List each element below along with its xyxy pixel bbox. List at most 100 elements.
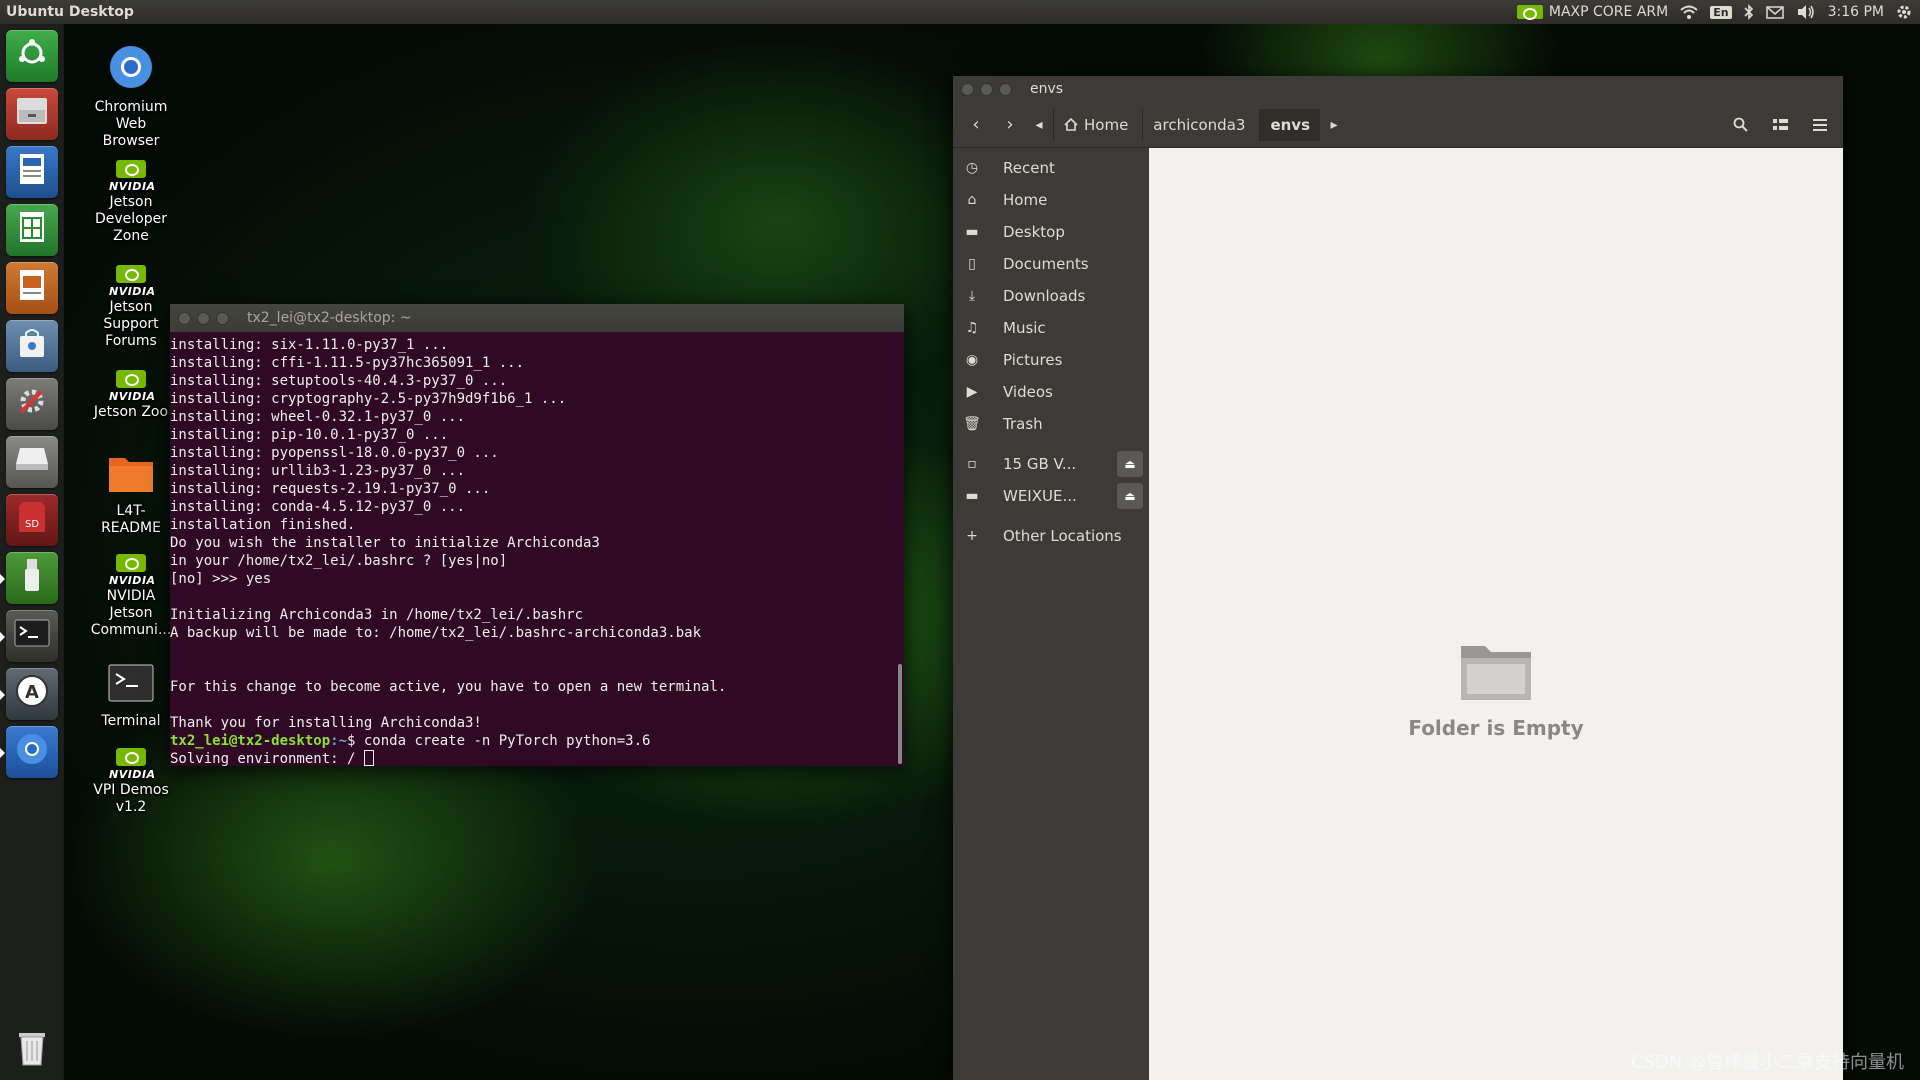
- sidebar-item-trash[interactable]: 🗑︎ Trash: [953, 408, 1149, 440]
- power-mode-indicator[interactable]: MAXP CORE ARM: [1516, 4, 1668, 20]
- clock-label[interactable]: 3:16 PM: [1828, 4, 1884, 20]
- updater-icon: A: [14, 673, 50, 716]
- breadcrumb-left-icon[interactable]: ◂: [1029, 110, 1049, 140]
- terminal-window[interactable]: tx2_lei@tx2-desktop: ~ installing: six-1…: [170, 304, 904, 766]
- mail-icon[interactable]: [1765, 5, 1784, 19]
- desktop-icon-terminal[interactable]: Terminal: [88, 664, 174, 730]
- sidebar-device-15gb[interactable]: ▫ 15 GB V... ⏏: [953, 448, 1149, 480]
- launcher-running-pip: [0, 574, 5, 584]
- terminal-line: installation finished.: [170, 517, 356, 533]
- launcher-sd-card[interactable]: SD: [6, 494, 58, 546]
- sidebar-item-other-locations[interactable]: + Other Locations: [953, 520, 1149, 552]
- desktop-folder-icon: ▬: [965, 224, 979, 240]
- terminal-icon: [88, 664, 174, 709]
- launcher-terminal[interactable]: [0, 610, 58, 662]
- sidebar-item-label: Home: [1003, 191, 1048, 209]
- desktop-icon-jetson-community[interactable]: NVIDIA NVIDIA Jetson Communi...: [88, 554, 174, 639]
- breadcrumb-home-label: Home: [1084, 115, 1129, 134]
- desktop-icon-chromium[interactable]: Chromium Web Browser: [88, 44, 174, 150]
- eject-icon[interactable]: ⏏: [1117, 483, 1143, 509]
- svg-text:SD: SD: [25, 519, 39, 530]
- keyboard-language-indicator[interactable]: En: [1710, 5, 1732, 19]
- breadcrumb-right-icon[interactable]: ▸: [1324, 110, 1344, 140]
- breadcrumb-archiconda3[interactable]: archiconda3: [1142, 108, 1255, 141]
- search-icon[interactable]: [1725, 110, 1755, 140]
- launcher-drive[interactable]: [6, 436, 58, 488]
- launcher-system-settings[interactable]: [6, 378, 58, 430]
- forward-arrow-icon[interactable]: ›: [995, 110, 1025, 140]
- terminal-line: Thank you for installing Archiconda3!: [170, 715, 482, 731]
- launcher-trash[interactable]: [6, 1024, 58, 1076]
- breadcrumb-envs[interactable]: envs: [1259, 108, 1320, 141]
- launcher-usb[interactable]: [0, 552, 58, 604]
- writer-icon: [18, 152, 46, 193]
- launcher-files[interactable]: [6, 88, 58, 140]
- menu-hamburger-icon[interactable]: [1805, 110, 1835, 140]
- desktop-icon-label: Terminal: [101, 713, 161, 729]
- shopping-bag-icon: [17, 327, 47, 366]
- close-icon[interactable]: [961, 82, 974, 96]
- prompt-user: tx2_lei@tx2-desktop: [170, 733, 331, 749]
- sidebar-item-pictures[interactable]: ◉ Pictures: [953, 344, 1149, 376]
- file-manager-window[interactable]: envs ‹ › ◂ Home archiconda3 envs ▸ ◷ Rece…: [953, 76, 1843, 1080]
- desktop-icon-label: Jetson Support Forums: [103, 299, 159, 349]
- session-gear-icon[interactable]: [1896, 4, 1912, 20]
- wifi-icon[interactable]: [1680, 5, 1698, 19]
- back-arrow-icon[interactable]: ‹: [961, 110, 991, 140]
- launcher-ubuntu-dash[interactable]: [6, 30, 58, 82]
- desktop-icon-jetson-support-forums[interactable]: NVIDIA Jetson Support Forums: [88, 265, 174, 350]
- maximize-icon[interactable]: [216, 311, 229, 325]
- launcher-impress[interactable]: [6, 262, 58, 314]
- minimize-icon[interactable]: [197, 311, 210, 325]
- sidebar-device-weixue[interactable]: ▬ WEIXUE... ⏏: [953, 480, 1149, 512]
- terminal-scrollbar[interactable]: [898, 664, 902, 764]
- launcher-calc[interactable]: [6, 204, 58, 256]
- sidebar-item-videos[interactable]: ▶ Videos: [953, 376, 1149, 408]
- document-icon: ▯: [968, 256, 976, 272]
- terminal-line: in your /home/tx2_lei/.bashrc ? [yes|no]: [170, 553, 508, 569]
- sidebar-item-label: Trash: [1003, 415, 1043, 433]
- terminal-line: installing: pyopenssl-18.0.0-py37_0 ...: [170, 445, 499, 461]
- terminal-line: installing: wheel-0.32.1-py37_0 ...: [170, 409, 466, 425]
- launcher-writer[interactable]: [6, 146, 58, 198]
- sidebar-item-music[interactable]: ♫ Music: [953, 312, 1149, 344]
- sidebar-item-desktop[interactable]: ▬ Desktop: [953, 216, 1149, 248]
- close-icon[interactable]: [178, 311, 191, 325]
- launcher-software-updater[interactable]: A: [0, 668, 58, 720]
- sidebar-item-label: Recent: [1003, 159, 1055, 177]
- sidebar-item-documents[interactable]: ▯ Documents: [953, 248, 1149, 280]
- chromium-icon: [88, 44, 174, 95]
- terminal-output[interactable]: installing: six-1.11.0-py37_1 ... install…: [170, 332, 904, 766]
- terminal-line: [no] >>> yes: [170, 571, 272, 587]
- maximize-icon[interactable]: [999, 82, 1012, 96]
- file-view[interactable]: Folder is Empty: [1149, 148, 1843, 1080]
- launcher-running-pip: [0, 748, 5, 758]
- prompt-command: $ conda create -n PyTorch python=3.6: [347, 733, 651, 749]
- terminal-titlebar[interactable]: tx2_lei@tx2-desktop: ~: [170, 304, 904, 332]
- desktop-icon-jetson-zoo[interactable]: NVIDIA Jetson Zoo: [88, 370, 174, 421]
- sidebar-item-label: WEIXUE...: [1003, 487, 1077, 505]
- launcher-software-center[interactable]: [6, 320, 58, 372]
- settings-tools-icon: [15, 384, 49, 425]
- sidebar-item-recent[interactable]: ◷ Recent: [953, 152, 1149, 184]
- trash-icon: 🗑︎: [963, 416, 981, 432]
- desktop-icon-label: Jetson Developer Zone: [94, 194, 167, 244]
- desktop-icon-l4t-readme[interactable]: L4T- README: [88, 452, 174, 537]
- sidebar-item-label: Videos: [1003, 383, 1053, 401]
- desktop-icon-vpi-demos[interactable]: NVIDIA VPI Demos v1.2: [88, 748, 174, 816]
- bluetooth-icon[interactable]: [1744, 4, 1754, 20]
- volume-icon[interactable]: [1796, 4, 1816, 20]
- launcher-chromium[interactable]: [0, 726, 58, 778]
- view-list-icon[interactable]: [1765, 110, 1795, 140]
- eject-icon[interactable]: ⏏: [1117, 451, 1143, 477]
- desktop-icon-jetson-developer-zone[interactable]: NVIDIA Jetson Developer Zone: [88, 160, 174, 245]
- sidebar-item-downloads[interactable]: ⤓ Downloads: [953, 280, 1149, 312]
- minimize-icon[interactable]: [980, 82, 993, 96]
- file-cabinet-icon: [15, 96, 49, 133]
- file-manager-titlebar[interactable]: envs: [953, 76, 1843, 102]
- nvidia-logo-icon: NVIDIA: [109, 554, 155, 587]
- breadcrumb-home[interactable]: Home: [1053, 108, 1138, 141]
- sidebar-item-home[interactable]: ⌂ Home: [953, 184, 1149, 216]
